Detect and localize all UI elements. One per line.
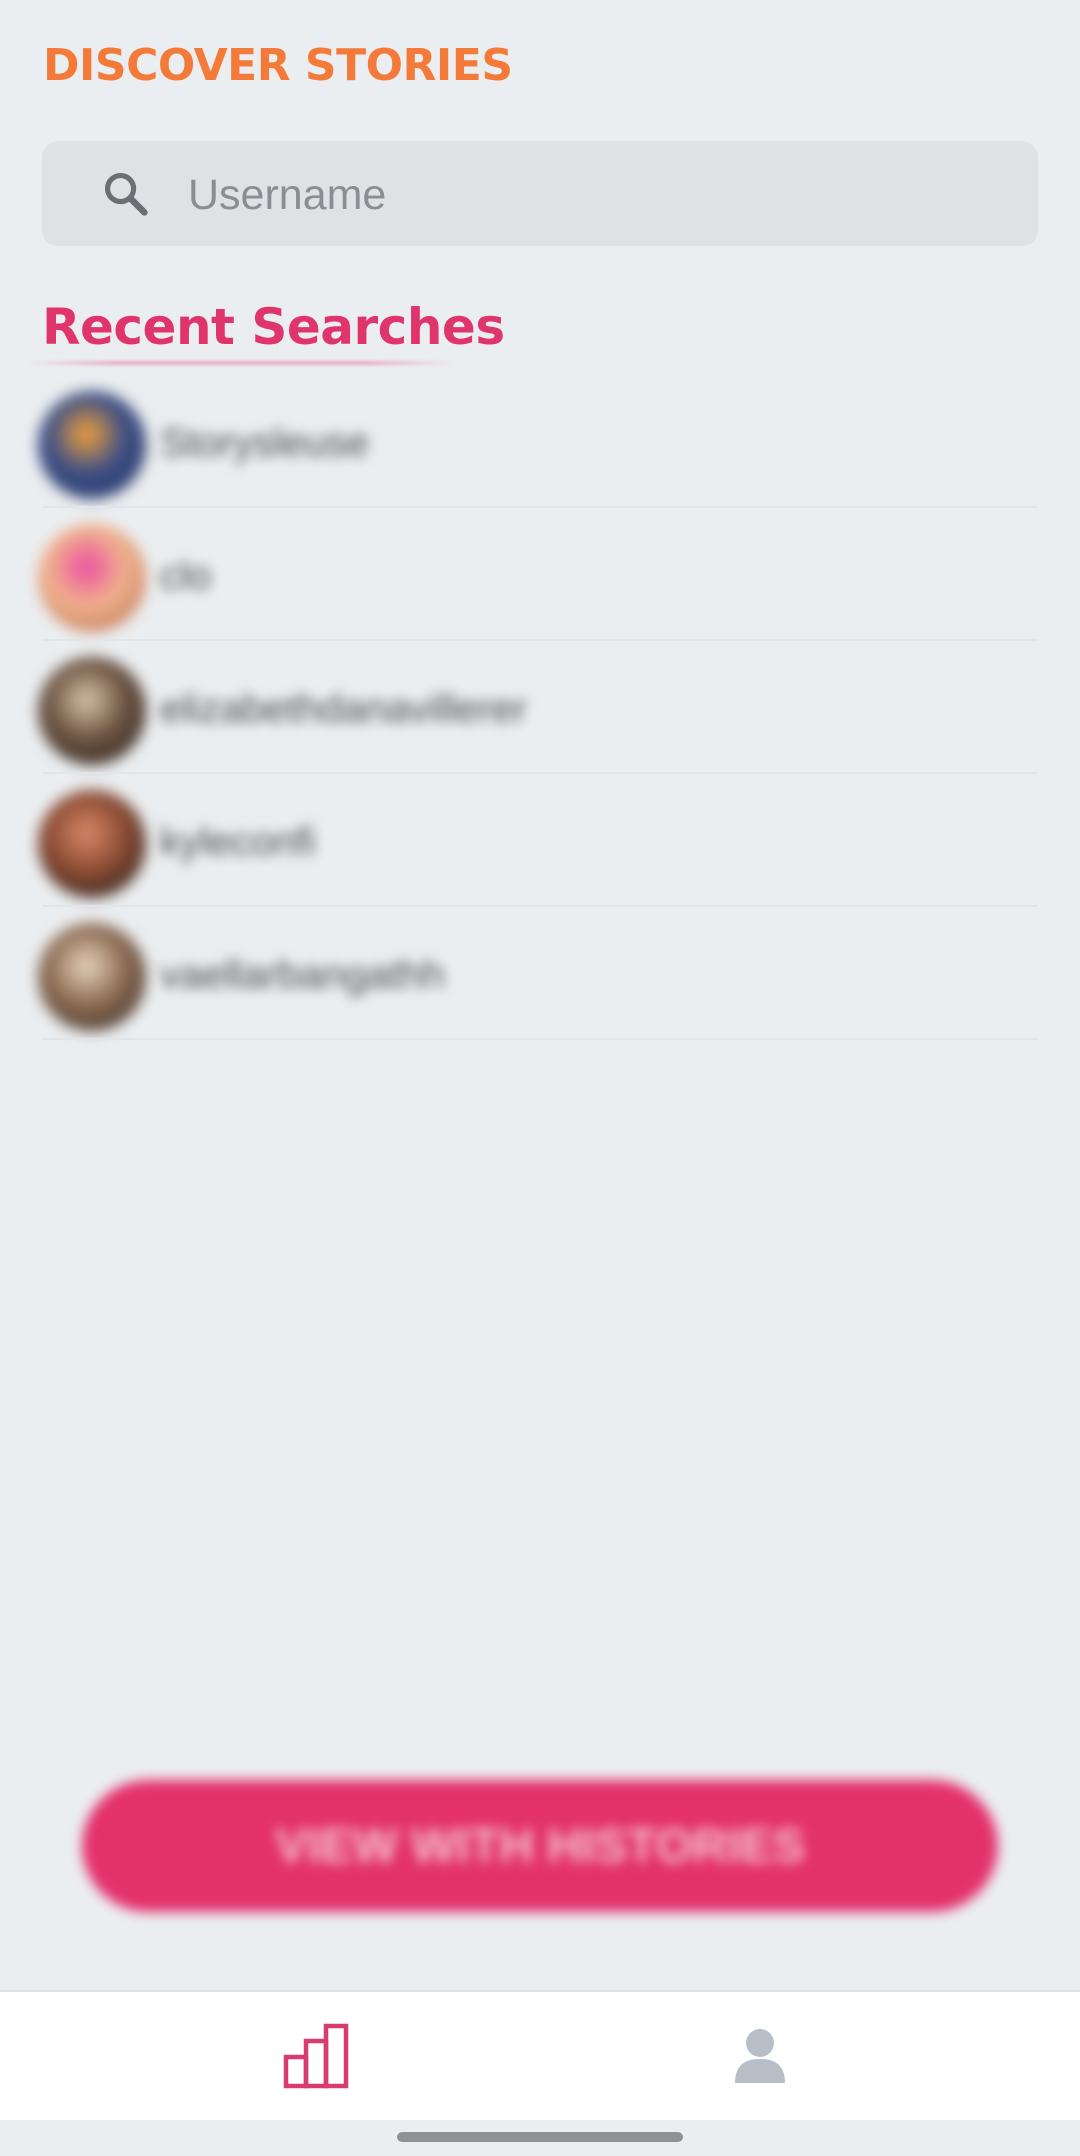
list-item-username: kyleconfi bbox=[160, 820, 316, 864]
tab-stats[interactable] bbox=[218, 1992, 418, 2120]
recent-searches-title: Recent Searches bbox=[42, 298, 505, 356]
list-item-username: Storysleuse bbox=[160, 421, 369, 465]
list-item-username: vaellarbangathh bbox=[160, 953, 445, 997]
list-item[interactable]: kyleconfi bbox=[0, 774, 1080, 907]
search-input[interactable] bbox=[188, 156, 1008, 234]
avatar bbox=[38, 790, 146, 898]
home-indicator[interactable] bbox=[397, 2132, 683, 2142]
tab-profile[interactable] bbox=[660, 1992, 860, 2120]
user-icon bbox=[735, 2029, 785, 2083]
bottom-nav bbox=[0, 1990, 1080, 2120]
list-item[interactable]: clo bbox=[0, 508, 1080, 641]
bar-chart-icon bbox=[283, 2023, 349, 2089]
list-item-username: elizabethdanavillerer bbox=[160, 687, 527, 731]
list-item[interactable]: elizabethdanavillerer bbox=[0, 641, 1080, 774]
avatar bbox=[38, 657, 146, 765]
list-item[interactable]: vaellarbangathh bbox=[0, 907, 1080, 1040]
view-histories-button[interactable]: VIEW WITH HISTORIES bbox=[82, 1780, 998, 1912]
avatar bbox=[38, 923, 146, 1031]
list-item-username: clo bbox=[160, 554, 212, 598]
avatar bbox=[38, 391, 146, 499]
search-icon bbox=[104, 172, 148, 216]
recent-searches-underline bbox=[26, 361, 456, 365]
page-title: DISCOVER STORIES bbox=[43, 40, 513, 91]
divider bbox=[42, 1038, 1038, 1040]
view-histories-button-label: VIEW WITH HISTORIES bbox=[275, 1819, 805, 1873]
list-item[interactable]: Storysleuse bbox=[0, 375, 1080, 508]
avatar bbox=[38, 524, 146, 632]
